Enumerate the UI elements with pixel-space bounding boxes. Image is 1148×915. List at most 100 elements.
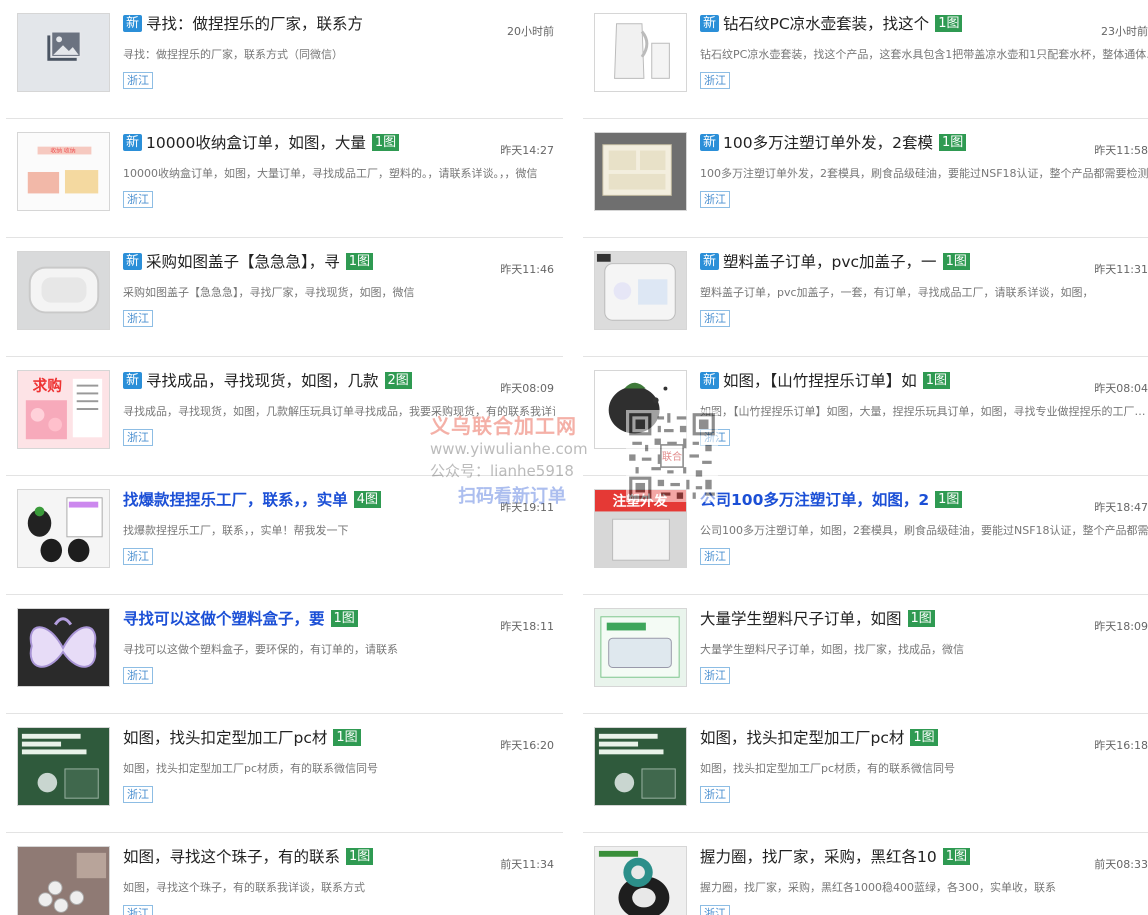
item-title-row: 新 寻找成品，寻找现货，如图，几款 2图 — [123, 369, 412, 391]
item-time: 昨天18:11 — [500, 620, 554, 633]
item-title-link[interactable]: 找爆款捏捏乐工厂，联系，，实单 — [123, 488, 348, 510]
list-item[interactable]: 新 100多万注塑订单外发，2套模 1图 昨天11:58 100多万注塑订单外发… — [583, 119, 1148, 238]
location-tag[interactable]: 浙江 — [123, 548, 153, 565]
location-tag[interactable]: 浙江 — [123, 429, 153, 446]
item-thumbnail[interactable] — [17, 489, 110, 568]
item-thumbnail[interactable] — [594, 251, 687, 330]
location-tag[interactable]: 浙江 — [700, 786, 730, 803]
item-title-row: 握力圈，找厂家，采购，黑红各10 1图 — [700, 845, 971, 867]
item-title-link[interactable]: 100多万注塑订单外发，2套模 — [723, 131, 933, 153]
list-item[interactable]: 新 塑料盖子订单，pvc加盖子，一 1图 昨天11:31 塑料盖子订单，pvc加… — [583, 238, 1148, 357]
image-count-badge: 1图 — [371, 133, 400, 151]
item-thumbnail[interactable] — [594, 727, 687, 806]
item-thumbnail[interactable]: 求购 — [17, 370, 110, 449]
new-badge: 新 — [700, 133, 720, 151]
item-description: 找爆款捏捏乐工厂，联系，，实单！帮我发一下 — [123, 524, 349, 537]
list-item[interactable]: 如图，找头扣定型加工厂pc材 1图 昨天16:18 如图，找头扣定型加工厂pc材… — [583, 714, 1148, 833]
list-item[interactable]: 新 采购如图盖子【急急急】，寻 1图 昨天11:46 采购如图盖子【急急急】，寻… — [6, 238, 563, 357]
item-title-link[interactable]: 如图，寻找这个珠子，有的联系 — [123, 845, 340, 867]
item-title-link[interactable]: 塑料盖子订单，pvc加盖子，一 — [723, 250, 937, 272]
item-time: 昨天11:31 — [1094, 263, 1148, 276]
item-thumbnail[interactable]: 收纳 收纳 — [17, 132, 110, 211]
item-thumbnail[interactable] — [594, 370, 687, 449]
item-thumbnail[interactable] — [17, 727, 110, 806]
item-title-row: 寻找可以这做个塑料盒子，要 1图 — [123, 607, 358, 629]
item-title-link[interactable]: 公司100多万注塑订单，如图，2 — [700, 488, 929, 510]
item-time: 昨天11:46 — [500, 263, 554, 276]
location-tag[interactable]: 浙江 — [123, 191, 153, 208]
item-title-row: 新 寻找：做捏捏乐的厂家，联系方 — [123, 12, 363, 34]
item-title-link[interactable]: 如图，【山竹捏捏乐订单】如 — [723, 369, 917, 391]
item-thumbnail[interactable] — [594, 846, 687, 915]
item-thumbnail[interactable] — [594, 608, 687, 687]
item-time: 昨天16:20 — [500, 739, 554, 752]
new-badge: 新 — [123, 371, 143, 389]
item-title-row: 如图，找头扣定型加工厂pc材 1图 — [700, 726, 938, 748]
list-item[interactable]: 如图，找头扣定型加工厂pc材 1图 昨天16:20 如图，找头扣定型加工厂pc材… — [6, 714, 563, 833]
item-description: 如图，找头扣定型加工厂pc材质，有的联系微信同号 — [123, 762, 379, 775]
location-tag[interactable]: 浙江 — [123, 667, 153, 684]
image-count-badge: 1图 — [330, 609, 358, 627]
location-tag[interactable]: 浙江 — [700, 905, 730, 915]
item-title-link[interactable]: 如图，找头扣定型加工厂pc材 — [700, 726, 904, 748]
item-description: 塑料盖子订单，pvc加盖子，一套，有订单，寻找成品工厂，请联系详谈，如图， — [700, 286, 1094, 299]
location-tag[interactable]: 浙江 — [123, 310, 153, 327]
image-count-badge: 1图 — [346, 847, 374, 865]
location-tag[interactable]: 浙江 — [700, 310, 730, 327]
item-title-row: 新 10000收纳盒订单，如图，大量 1图 — [123, 131, 400, 153]
item-title-row: 新 如图，【山竹捏捏乐订单】如 1图 — [700, 369, 951, 391]
list-item[interactable]: 握力圈，找厂家，采购，黑红各10 1图 前天08:33 握力圈，找厂家，采购，黑… — [583, 833, 1148, 915]
item-title-link[interactable]: 10000收纳盒订单，如图，大量 — [146, 131, 366, 153]
list-item[interactable]: 新 如图，【山竹捏捏乐订单】如 1图 昨天08:04 如图，【山竹捏捏乐订单】如… — [583, 357, 1148, 476]
item-description: 大量学生塑料尺子订单，如图，找厂家，找成品，微信 — [700, 643, 964, 656]
location-tag[interactable]: 浙江 — [700, 72, 730, 89]
list-item[interactable]: 找爆款捏捏乐工厂，联系，，实单 4图 昨天19:11 找爆款捏捏乐工厂，联系，，… — [6, 476, 563, 595]
image-count-badge: 2图 — [384, 371, 412, 389]
item-thumbnail[interactable] — [17, 13, 110, 92]
right-column: 新 钻石纹PC凉水壶套装，找这个 1图 23小时前 钻石纹PC凉水壶套装，找这个… — [583, 0, 1148, 915]
item-thumbnail[interactable] — [17, 608, 110, 687]
item-title-link[interactable]: 钻石纹PC凉水壶套装，找这个 — [723, 12, 929, 34]
item-thumbnail[interactable] — [594, 132, 687, 211]
location-tag[interactable]: 浙江 — [700, 667, 730, 684]
list-item[interactable]: 大量学生塑料尺子订单，如图 1图 昨天18:09 大量学生塑料尺子订单，如图，找… — [583, 595, 1148, 714]
list-item[interactable]: 如图，寻找这个珠子，有的联系 1图 前天11:34 如图，寻找这个珠子，有的联系… — [6, 833, 563, 915]
item-title-link[interactable]: 如图，找头扣定型加工厂pc材 — [123, 726, 327, 748]
image-count-badge: 1图 — [922, 371, 951, 389]
item-thumbnail[interactable] — [594, 13, 687, 92]
item-thumbnail[interactable]: 注塑外发 — [594, 489, 687, 568]
item-thumbnail[interactable] — [17, 846, 110, 915]
list-item[interactable]: 寻找可以这做个塑料盒子，要 1图 昨天18:11 寻找可以这做个塑料盒子，要环保… — [6, 595, 563, 714]
list-item[interactable]: 注塑外发 公司100多万注塑订单，如图，2 1图 昨天18:47 公司100多万… — [583, 476, 1148, 595]
item-time: 昨天18:09 — [1094, 620, 1148, 633]
item-description: 公司100多万注塑订单，如图，2套模具，刷食品级硅油，要能过NSF18认证，整个… — [700, 524, 1148, 537]
item-title-row: 找爆款捏捏乐工厂，联系，，实单 4图 — [123, 488, 382, 510]
item-time: 昨天08:09 — [500, 382, 554, 395]
item-title-row: 新 100多万注塑订单外发，2套模 1图 — [700, 131, 967, 153]
image-count-badge: 1图 — [907, 609, 935, 627]
image-count-badge: 1图 — [935, 490, 963, 508]
item-title-link[interactable]: 寻找：做捏捏乐的厂家，联系方 — [146, 12, 363, 34]
item-title-link[interactable]: 寻找可以这做个塑料盒子，要 — [123, 607, 325, 629]
item-title-link[interactable]: 采购如图盖子【急急急】，寻 — [146, 250, 340, 272]
item-title-row: 大量学生塑料尺子订单，如图 1图 — [700, 607, 935, 629]
item-time: 昨天18:47 — [1094, 501, 1148, 514]
item-title-row: 如图，找头扣定型加工厂pc材 1图 — [123, 726, 361, 748]
item-description: 寻找成品，寻找现货，如图，几款解压玩具订单寻找成品，我要采购现货，有的联系我详谈 — [123, 405, 555, 418]
list-item[interactable]: 新 寻找：做捏捏乐的厂家，联系方 20小时前 寻找：做捏捏乐的厂家，联系方式（同… — [6, 0, 563, 119]
location-tag[interactable]: 浙江 — [700, 191, 730, 208]
new-badge: 新 — [123, 252, 143, 270]
item-title-link[interactable]: 寻找成品，寻找现货，如图，几款 — [146, 369, 379, 391]
item-title-link[interactable]: 大量学生塑料尺子订单，如图 — [700, 607, 902, 629]
image-count-badge: 1图 — [333, 728, 361, 746]
list-item[interactable]: 求购 新 寻找成品，寻找现货，如图，几款 2图 昨天08:09 寻找成品，寻找现… — [6, 357, 563, 476]
location-tag[interactable]: 浙江 — [700, 429, 730, 446]
location-tag[interactable]: 浙江 — [123, 905, 153, 915]
list-item[interactable]: 收纳 收纳 新 10000收纳盒订单，如图，大量 1图 昨天14:27 1000… — [6, 119, 563, 238]
location-tag[interactable]: 浙江 — [700, 548, 730, 565]
list-item[interactable]: 新 钻石纹PC凉水壶套装，找这个 1图 23小时前 钻石纹PC凉水壶套装，找这个… — [583, 0, 1148, 119]
item-thumbnail[interactable] — [17, 251, 110, 330]
location-tag[interactable]: 浙江 — [123, 72, 153, 89]
location-tag[interactable]: 浙江 — [123, 786, 153, 803]
item-title-link[interactable]: 握力圈，找厂家，采购，黑红各10 — [700, 845, 937, 867]
